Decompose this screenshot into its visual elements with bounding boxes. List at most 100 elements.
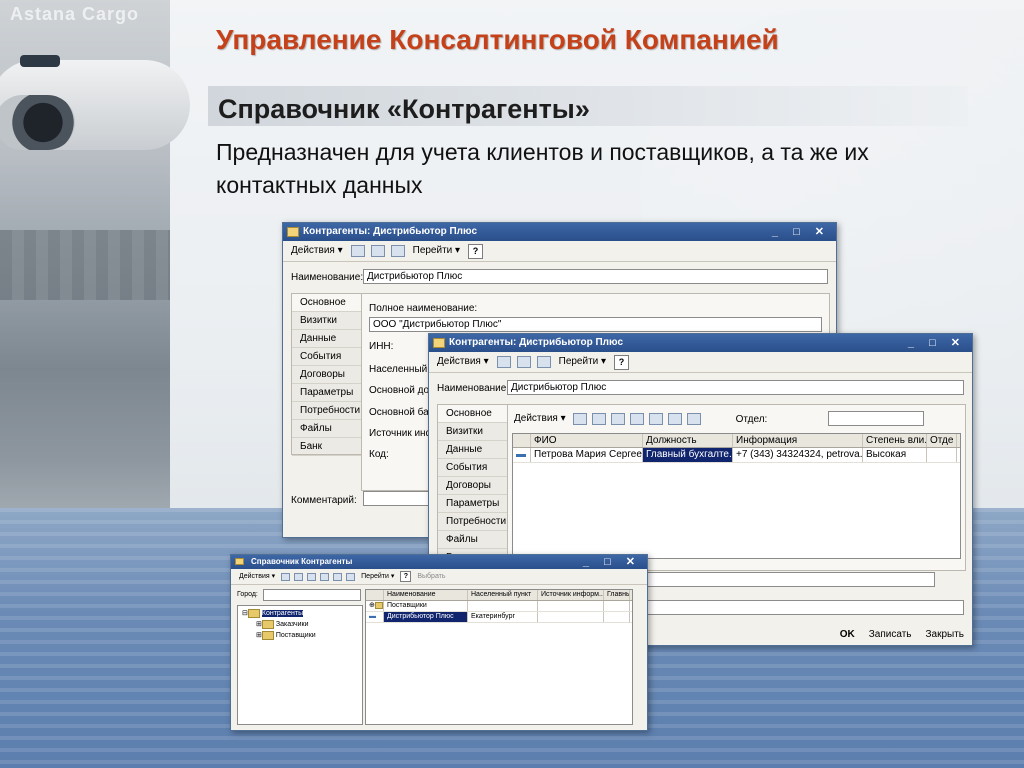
column-settlement[interactable]: Населенный пункт: [468, 590, 538, 600]
refresh-icon[interactable]: [346, 572, 356, 581]
tab-needs[interactable]: Потребности: [438, 513, 508, 531]
window2-titlebar[interactable]: Контрагенты: Дистрибьютор Плюс _ □ ✕: [429, 334, 972, 352]
copy-icon[interactable]: [591, 413, 606, 425]
tree-item-customers[interactable]: ⊞ Заказчики: [242, 619, 362, 630]
name-label: Наименование:: [437, 383, 510, 394]
add-icon[interactable]: [281, 572, 291, 581]
tab-bank[interactable]: Банк: [292, 438, 362, 456]
tab-parameters[interactable]: Параметры: [292, 384, 362, 402]
edit-icon[interactable]: [307, 572, 317, 581]
structure-icon[interactable]: [370, 245, 385, 257]
column-dept[interactable]: Отде: [927, 434, 957, 447]
full-name-field[interactable]: ООО "Дистрибьютор Плюс": [369, 317, 822, 332]
table-row[interactable]: ⊕ Поставщики: [366, 601, 632, 612]
structure-icon[interactable]: [516, 356, 531, 368]
full-name-label: Полное наименование:: [369, 303, 478, 314]
groups-tree[interactable]: ⊟ Контрагенты ⊞ Заказчики ⊞ Поставщики: [237, 605, 363, 725]
tab-main[interactable]: Основное: [438, 405, 508, 423]
cell-influence: Высокая: [863, 448, 927, 462]
slide-description: Предназначен для учета клиентов и постав…: [216, 139, 869, 198]
goto-menu[interactable]: Перейти ▾: [411, 243, 462, 259]
table-row[interactable]: ▬ Дистрибьютор Плюс Екатеринбург: [366, 612, 632, 623]
close-button[interactable]: Закрыть: [925, 629, 964, 640]
actions-menu[interactable]: Действия ▾: [289, 243, 345, 259]
bottom-field[interactable]: [645, 572, 935, 587]
tab-needs[interactable]: Потребности: [292, 402, 362, 420]
table-header: Наименование Населенный пункт Источник и…: [366, 590, 632, 601]
tab-events[interactable]: События: [438, 459, 508, 477]
help-icon[interactable]: ?: [468, 243, 484, 259]
save-icon[interactable]: [350, 245, 365, 257]
edit-icon[interactable]: [610, 413, 625, 425]
goto-menu[interactable]: Перейти ▾: [359, 569, 396, 585]
column-name[interactable]: Наименование: [384, 590, 468, 600]
window3-titlebar[interactable]: Справочник Контрагенты _ □ ✕: [231, 555, 647, 569]
column-info[interactable]: Информация: [733, 434, 863, 447]
tab-cards[interactable]: Визитки: [438, 423, 508, 441]
tab-files[interactable]: Файлы: [438, 531, 508, 549]
name-label: Наименование:: [291, 272, 364, 283]
code-label: Код:: [369, 449, 389, 460]
window1-titlebar[interactable]: Контрагенты: Дистрибьютор Плюс _ □ ✕: [283, 223, 836, 241]
tab-main[interactable]: Основное: [292, 294, 362, 312]
name-field[interactable]: Дистрибьютор Плюс: [363, 269, 828, 284]
tree-item-root[interactable]: ⊟ Контрагенты: [242, 608, 362, 619]
add-icon[interactable]: [572, 413, 587, 425]
filter-icon[interactable]: [333, 572, 343, 581]
window-controls[interactable]: _ □ ✕: [583, 555, 641, 569]
tab-data[interactable]: Данные: [292, 330, 362, 348]
column-source[interactable]: Источник информ...: [538, 590, 604, 600]
column-main[interactable]: Главны: [604, 590, 630, 600]
column-position[interactable]: Должность: [643, 434, 733, 447]
tab-parameters[interactable]: Параметры: [438, 495, 508, 513]
inner-actions-menu[interactable]: Действия ▾: [512, 411, 568, 427]
city-label: Город:: [237, 591, 258, 598]
goto-menu[interactable]: Перейти ▾: [557, 354, 608, 370]
ok-button[interactable]: OK: [840, 629, 855, 640]
help-icon[interactable]: ?: [400, 571, 412, 582]
tab-data[interactable]: Данные: [438, 441, 508, 459]
column-fio[interactable]: ФИО: [531, 434, 643, 447]
tab-cards[interactable]: Визитки: [292, 312, 362, 330]
window-catalog[interactable]: Справочник Контрагенты _ □ ✕ Действия ▾ …: [230, 554, 648, 731]
table-header: ФИО Должность Информация Степень вли... …: [513, 434, 960, 448]
delete-icon[interactable]: [629, 413, 644, 425]
cell-dept: [927, 448, 957, 462]
tree-item-suppliers[interactable]: ⊞ Поставщики: [242, 630, 362, 641]
column-influence[interactable]: Степень вли...: [863, 434, 927, 447]
filter-off-icon[interactable]: [667, 413, 682, 425]
window2-title: Контрагенты: Дистрибьютор Плюс: [449, 337, 624, 348]
name-field[interactable]: Дистрибьютор Плюс: [507, 380, 964, 395]
cell-info: +7 (343) 34324324, petrova...: [733, 448, 863, 462]
delete-icon[interactable]: [320, 572, 330, 581]
tab-contracts[interactable]: Договоры: [292, 366, 362, 384]
tab-contracts[interactable]: Договоры: [438, 477, 508, 495]
goto-icon[interactable]: [536, 356, 551, 368]
catalog-table[interactable]: Наименование Населенный пункт Источник и…: [365, 589, 633, 725]
window-controls[interactable]: _ □ ✕: [908, 334, 966, 352]
main-contract-label: Основной дог: [369, 385, 433, 396]
slide-title: Управление Консалтинговой Компанией: [216, 24, 779, 55]
copy-icon[interactable]: [294, 572, 304, 581]
actions-menu[interactable]: Действия ▾: [237, 569, 277, 585]
table-row[interactable]: ▬ Петрова Мария Сергее... Главный бухгал…: [513, 448, 960, 463]
contacts-table[interactable]: ФИО Должность Информация Степень вли... …: [512, 433, 961, 559]
window-icon: [287, 227, 299, 237]
comment-field[interactable]: [645, 600, 964, 615]
refresh-icon[interactable]: [686, 413, 701, 425]
city-field[interactable]: [263, 589, 361, 601]
settlement-label: Населенный: [369, 364, 428, 375]
goto-icon[interactable]: [390, 245, 405, 257]
tab-events[interactable]: События: [292, 348, 362, 366]
dept-field[interactable]: [828, 411, 924, 426]
save-button[interactable]: Записать: [869, 629, 912, 640]
tab-files[interactable]: Файлы: [292, 420, 362, 438]
filter-icon[interactable]: [648, 413, 663, 425]
help-icon[interactable]: ?: [614, 354, 630, 370]
dept-label: Отдел:: [735, 413, 768, 425]
save-icon[interactable]: [496, 356, 511, 368]
actions-menu[interactable]: Действия ▾: [435, 354, 491, 370]
window-controls[interactable]: _ □ ✕: [772, 223, 830, 241]
select-button[interactable]: Выбрать: [415, 569, 447, 585]
window1-title: Контрагенты: Дистрибьютор Плюс: [303, 226, 478, 237]
